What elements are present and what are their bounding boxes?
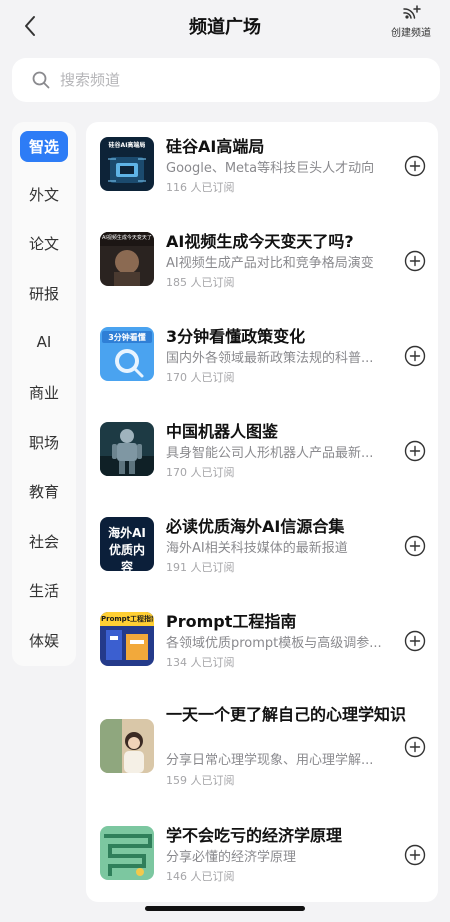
subscriber-count: 191 人已订阅 [166, 561, 235, 574]
channel-item[interactable]: 中国机器人图鉴 具身智能公司人形机器人产品最新... 170 人已订阅 [86, 407, 438, 502]
thumbnail-caption: 硅谷AI高端局 [108, 142, 146, 149]
channel-thumbnail [100, 719, 154, 773]
channel-item[interactable]: AI视频生成今天变天了吗? AI视频生成今天变天了吗? AI视频生成产品对比和竞… [86, 217, 438, 312]
sidebar-item-shangye[interactable]: 商业 [12, 372, 76, 412]
channel-thumbnail: Prompt工程指南 [100, 612, 154, 666]
search-bar[interactable] [12, 58, 440, 102]
plus-circle-icon[interactable] [404, 630, 426, 652]
channel-description: 具身智能公司人形机器人产品最新... [166, 446, 374, 461]
sidebar-item-lunwen[interactable]: 论文 [12, 223, 76, 263]
channel-item[interactable]: 海外AI优质内容 必读优质海外AI信源合集 海外AI相关科技媒体的最新报道 19… [86, 502, 438, 597]
channel-description: 分享日常心理学现象、用心理学解... [166, 753, 374, 768]
sidebar-item-label: 生活 [28, 581, 59, 600]
channel-thumbnail: 海外AI优质内容 [100, 517, 154, 571]
plus-circle-icon[interactable] [404, 250, 426, 272]
create-channel-button[interactable]: 创建频道 [384, 4, 438, 44]
subscriber-count: 185 人已订阅 [166, 276, 235, 289]
sidebar-item-label: 外文 [28, 185, 59, 204]
sidebar-item-zhixuan[interactable]: 智选 [12, 126, 76, 166]
channel-title: 必读优质海外AI信源合集 [166, 517, 345, 536]
plus-circle-icon[interactable] [404, 440, 426, 462]
channel-title: 中国机器人图鉴 [166, 422, 279, 441]
channel-title: 3分钟看懂政策变化 [166, 327, 306, 346]
subscriber-count: 170 人已订阅 [166, 466, 235, 479]
top-bar: 频道广场 创建频道 [0, 0, 450, 52]
sidebar-item-tiyu[interactable]: 体娱 [12, 620, 76, 660]
sidebar-item-label: AI [36, 333, 52, 351]
subscriber-count: 170 人已订阅 [166, 371, 235, 384]
plus-circle-icon[interactable] [404, 535, 426, 557]
sidebar-item-waiwen[interactable]: 外文 [12, 174, 76, 214]
channel-thumbnail [100, 826, 154, 880]
channel-description: 海外AI相关科技媒体的最新报道 [166, 541, 348, 556]
sidebar-item-label: 教育 [28, 482, 59, 501]
search-input[interactable] [60, 71, 400, 89]
channel-thumbnail: 3分钟看懂 [100, 327, 154, 381]
plus-circle-icon[interactable] [404, 844, 426, 866]
channel-description: AI视频生成产品对比和竞争格局演变 [166, 256, 374, 271]
channel-item[interactable]: 学不会吃亏的经济学原理 分享必懂的经济学原理 146 人已订阅 [86, 811, 438, 902]
sidebar-item-label: 研报 [28, 284, 59, 303]
subscriber-count: 116 人已订阅 [166, 181, 235, 194]
plus-circle-icon[interactable] [404, 736, 426, 758]
sidebar-item-jiaoyu[interactable]: 教育 [12, 471, 76, 511]
channel-description: 各领域优质prompt模板与高级调参... [166, 636, 382, 651]
channel-thumbnail [100, 422, 154, 476]
sidebar-item-label: 体娱 [28, 631, 59, 650]
sidebar-item-label: 智选 [19, 130, 68, 162]
channel-thumbnail: 硅谷AI高端局 [100, 137, 154, 191]
home-indicator [145, 906, 305, 911]
search-icon [32, 71, 50, 89]
channel-title: 硅谷AI高端局 [166, 137, 265, 156]
channel-item[interactable]: Prompt工程指南 Prompt工程指南 各领域优质prompt模板与高级调参… [86, 597, 438, 692]
channel-thumbnail: AI视频生成今天变天了吗? [100, 232, 154, 286]
channel-item[interactable]: 3分钟看懂 3分钟看懂政策变化 国内外各领域最新政策法规的科普... 170 人… [86, 312, 438, 407]
sidebar-item-shehui[interactable]: 社会 [12, 521, 76, 561]
sidebar-item-shenghuo[interactable]: 生活 [12, 570, 76, 610]
subscriber-count: 146 人已订阅 [166, 870, 235, 883]
sidebar-item-label: 论文 [28, 234, 59, 253]
thumbnail-caption: 3分钟看懂 [108, 333, 146, 342]
page-title: 频道广场 [189, 17, 261, 38]
channel-title: AI视频生成今天变天了吗? [166, 232, 354, 251]
channel-description: Google、Meta等科技巨头人才动向 [166, 161, 375, 176]
channel-item[interactable]: 硅谷AI高端局 硅谷AI高端局 Google、Meta等科技巨头人才动向 116… [86, 122, 438, 217]
plus-circle-icon[interactable] [404, 155, 426, 177]
sidebar-item-label: 商业 [28, 383, 59, 402]
subscriber-count: 159 人已订阅 [166, 774, 235, 787]
thumbnail-caption: AI视频生成今天变天了吗? [102, 235, 152, 241]
sidebar-item-yanbao[interactable]: 研报 [12, 273, 76, 313]
subscriber-count: 134 人已订阅 [166, 656, 235, 669]
sidebar-item-ai[interactable]: AI [12, 322, 76, 362]
channel-title: Prompt工程指南 [166, 612, 297, 631]
channel-list: 硅谷AI高端局 硅谷AI高端局 Google、Meta等科技巨头人才动向 116… [86, 122, 438, 902]
thumbnail-caption: 海外AI优质内容 [108, 526, 146, 571]
channel-title: 一天一个更了解自己的心理学知识 [166, 705, 407, 724]
broadcast-plus-icon [403, 5, 421, 19]
sidebar-item-zhichang[interactable]: 职场 [12, 422, 76, 462]
category-sidebar: 智选 外文 论文 研报 AI 商业 职场 教育 社会 生活 体娱 [12, 122, 76, 666]
sidebar-item-label: 社会 [28, 532, 59, 551]
channel-description: 国内外各领域最新政策法规的科普... [166, 351, 374, 366]
sidebar-item-label: 职场 [28, 433, 59, 452]
plus-circle-icon[interactable] [404, 345, 426, 367]
channel-description: 分享必懂的经济学原理 [166, 850, 297, 865]
channel-title: 学不会吃亏的经济学原理 [166, 826, 343, 845]
channel-item[interactable]: 一天一个更了解自己的心理学知识 分享日常心理学现象、用心理学解... 159 人… [86, 692, 438, 811]
thumbnail-caption: Prompt工程指南 [101, 615, 153, 623]
create-channel-label: 创建频道 [391, 28, 431, 39]
